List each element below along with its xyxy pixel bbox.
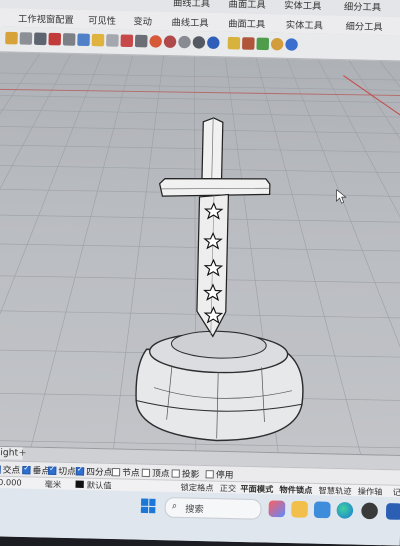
osnap-project[interactable]: 投影	[171, 467, 200, 480]
color-wheel-icon[interactable]	[163, 35, 177, 49]
osnap-vertex[interactable]: 顶点	[141, 467, 170, 480]
search-label: 搜索	[185, 504, 204, 516]
coordinate-readout: z 0.000	[0, 477, 22, 488]
mouse-cursor-icon	[336, 189, 347, 204]
tab-solid-tools-2[interactable]: 实体工具	[286, 18, 323, 32]
tab-solid-tools[interactable]: 实体工具	[284, 0, 321, 12]
viewport-scene	[0, 53, 400, 455]
cursor-icon[interactable]	[5, 31, 18, 45]
tab-surface-tools-2[interactable]: 曲面工具	[228, 16, 265, 30]
tab-subd-tools[interactable]: 细分工具	[344, 0, 381, 14]
camera-icon[interactable]	[62, 33, 76, 46]
lasso-icon[interactable]	[19, 32, 33, 45]
layer-color-swatch	[75, 480, 84, 488]
shade-icon[interactable]	[192, 36, 206, 49]
windows-start-icon[interactable]	[140, 498, 156, 514]
photos-app-icon[interactable]	[268, 500, 286, 518]
tab-surface-tools[interactable]: 曲面工具	[228, 0, 265, 11]
rhino-app-icon[interactable]	[361, 502, 379, 520]
paint-icon[interactable]	[149, 35, 162, 48]
app-icon[interactable]	[385, 503, 400, 520]
osnap-tangent[interactable]: 切点	[47, 464, 76, 477]
grid-icon[interactable]	[34, 32, 47, 46]
osnap-intersection[interactable]: 交点	[0, 463, 20, 476]
taskbar-search[interactable]: ⌕ 搜索	[164, 496, 262, 520]
edge-browser-icon[interactable]	[336, 501, 354, 519]
checkbox-icon[interactable]	[205, 470, 214, 479]
folder-icon[interactable]	[227, 36, 241, 50]
checkbox-icon[interactable]	[75, 467, 85, 476]
checkbox-icon[interactable]	[0, 465, 1, 474]
gear-icon[interactable]	[270, 37, 284, 51]
pencil-icon[interactable]	[134, 34, 148, 48]
tab-curve-tools-2[interactable]: 曲线工具	[171, 15, 208, 29]
checkbox-icon[interactable]	[47, 466, 57, 475]
search-icon: ⌕	[171, 501, 178, 512]
light-icon[interactable]	[77, 33, 90, 47]
add-viewport-button[interactable]: +	[18, 448, 26, 458]
checkbox-icon[interactable]	[22, 465, 31, 475]
render-icon[interactable]	[207, 36, 220, 50]
tools-icon[interactable]	[242, 37, 255, 50]
checkbox-icon[interactable]	[141, 468, 151, 478]
osnap-quadrant[interactable]: 四分点	[75, 465, 113, 478]
pedestal-base	[135, 330, 304, 442]
sphere-icon[interactable]	[178, 35, 191, 49]
tab-curve-tools[interactable]: 曲线工具	[173, 0, 210, 10]
pen-icon[interactable]	[106, 34, 119, 47]
osnap-perpendicular[interactable]: 垂点	[22, 464, 50, 477]
checkbox-icon[interactable]	[171, 469, 180, 478]
tab-viewport-layout[interactable]: 工作视窗配置	[18, 12, 74, 27]
perspective-viewport[interactable]	[0, 52, 400, 455]
file-explorer-icon[interactable]	[291, 500, 309, 518]
help-icon[interactable]	[285, 38, 298, 51]
tab-transform[interactable]: 变动	[133, 14, 152, 28]
text-icon[interactable]	[48, 32, 62, 46]
checkbox-icon[interactable]	[111, 467, 121, 477]
screen: 曲线工具 曲面工具 实体工具 细分工具 网 工作视窗配置 可见性 变动 曲线工具…	[0, 0, 400, 546]
windows-taskbar: ⌕ 搜索	[0, 487, 400, 546]
plugin-icon[interactable]	[256, 37, 270, 51]
osnap-disable[interactable]: 停用	[205, 468, 234, 481]
tab-subd-tools-2[interactable]: 细分工具	[345, 19, 382, 33]
mail-app-icon[interactable]	[313, 501, 331, 519]
cross-model	[158, 117, 271, 338]
record-icon[interactable]	[120, 34, 134, 48]
osnap-knot[interactable]: 节点	[111, 466, 140, 479]
tab-visibility[interactable]: 可见性	[88, 13, 116, 27]
lock-icon[interactable]	[91, 33, 105, 47]
